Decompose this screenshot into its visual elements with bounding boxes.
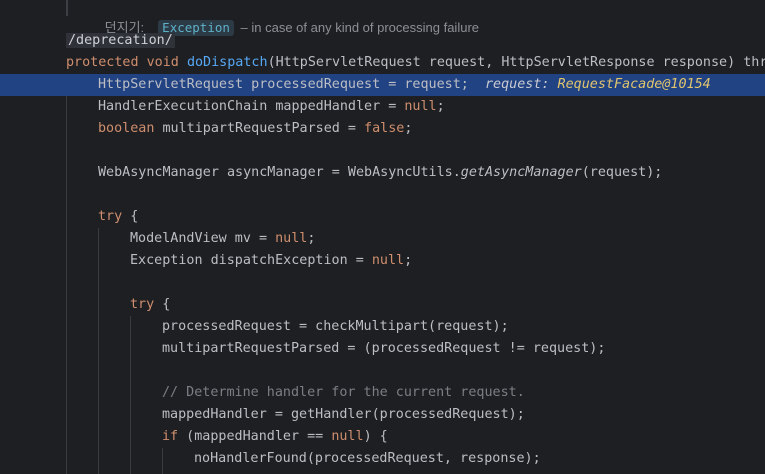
code-editor[interactable]: 던지기: Exception – in case of any kind of p… (0, 0, 765, 474)
doc-throws-line: 던지기: Exception – in case of any kind of p… (0, 0, 765, 36)
code-comment-line: // Determine handler for the current req… (162, 385, 525, 400)
code-line: if (mappedHandler == null) { (162, 429, 388, 444)
method-params: (HttpServletRequest request, HttpServlet… (267, 55, 765, 70)
code-line: try { (98, 209, 139, 224)
deprecation-annotation[interactable]: /deprecation/ (66, 33, 175, 48)
debug-inline-value: request: RequestFacade@10154 (484, 77, 711, 92)
method-signature-line: protected void doDispatch(HttpServletReq… (0, 52, 765, 74)
code-line: try { (130, 297, 171, 312)
code-line: boolean multipartRequestParsed = false; (98, 121, 413, 136)
method-name[interactable]: doDispatch (187, 55, 268, 70)
code-line: noHandlerFound(processedRequest, respons… (194, 451, 541, 466)
code-line: multipartRequestParsed = (processedReque… (162, 341, 606, 356)
code-line: HandlerExecutionChain mappedHandler = nu… (98, 99, 445, 114)
method-modifiers: protected void (66, 55, 187, 70)
code-line: WebAsyncManager asyncManager = WebAsyncU… (98, 165, 663, 180)
code-line: Exception dispatchException = null; (130, 253, 413, 268)
code-line: mappedHandler = getHandler(processedRequ… (162, 407, 525, 422)
code-line: processedRequest = checkMultipart(reques… (162, 319, 509, 334)
current-execution-line[interactable]: HttpServletRequest processedRequest = re… (0, 74, 765, 96)
annotation-line: /deprecation/ (0, 30, 765, 52)
code-line: ModelAndView mv = null; (130, 231, 316, 246)
code-text: HttpServletRequest processedRequest = re… (98, 77, 469, 92)
